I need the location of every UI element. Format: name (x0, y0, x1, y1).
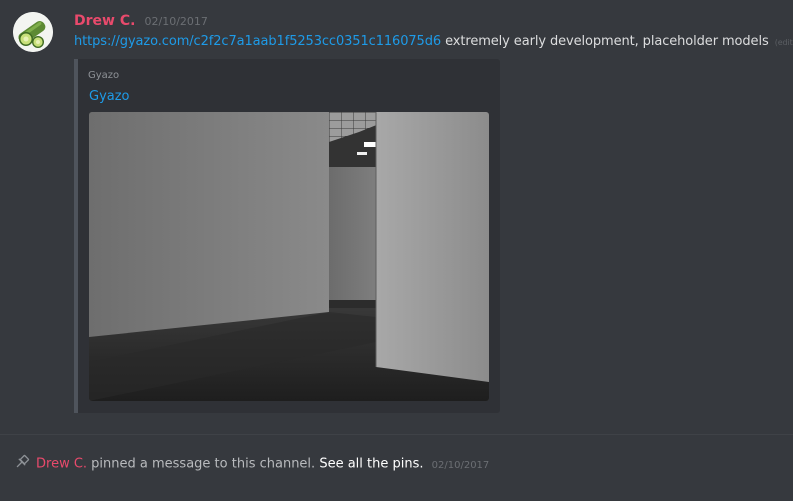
message-divider (0, 434, 793, 435)
embed-provider: Gyazo (88, 70, 120, 81)
system-username[interactable]: Drew C. (36, 457, 87, 472)
timestamp: 02/10/2017 (144, 15, 208, 28)
pin-icon (14, 454, 30, 470)
system-timestamp: 02/10/2017 (431, 459, 490, 471)
3d-corridor-screenshot (89, 112, 489, 401)
edited-label: (edited) (774, 38, 793, 47)
message-text: extremely early development, placeholder… (441, 34, 769, 49)
embed-image[interactable] (89, 112, 489, 401)
system-message: Drew C. pinned a message to this channel… (14, 454, 490, 472)
see-all-pins-link[interactable]: See all the pins. (319, 457, 423, 472)
embed-title[interactable]: Gyazo (89, 89, 130, 104)
system-text: pinned a message to this channel. (87, 456, 320, 472)
message-header: Drew C. 02/10/2017 (74, 10, 208, 30)
username[interactable]: Drew C. (74, 13, 135, 29)
link-embed: Gyazo Gyazo (74, 59, 500, 413)
message-link[interactable]: https://gyazo.com/c2f2c7a1aab1f5253cc035… (74, 34, 441, 49)
cucumber-avatar-icon[interactable] (13, 12, 53, 52)
message-content: https://gyazo.com/c2f2c7a1aab1f5253cc035… (74, 34, 793, 49)
